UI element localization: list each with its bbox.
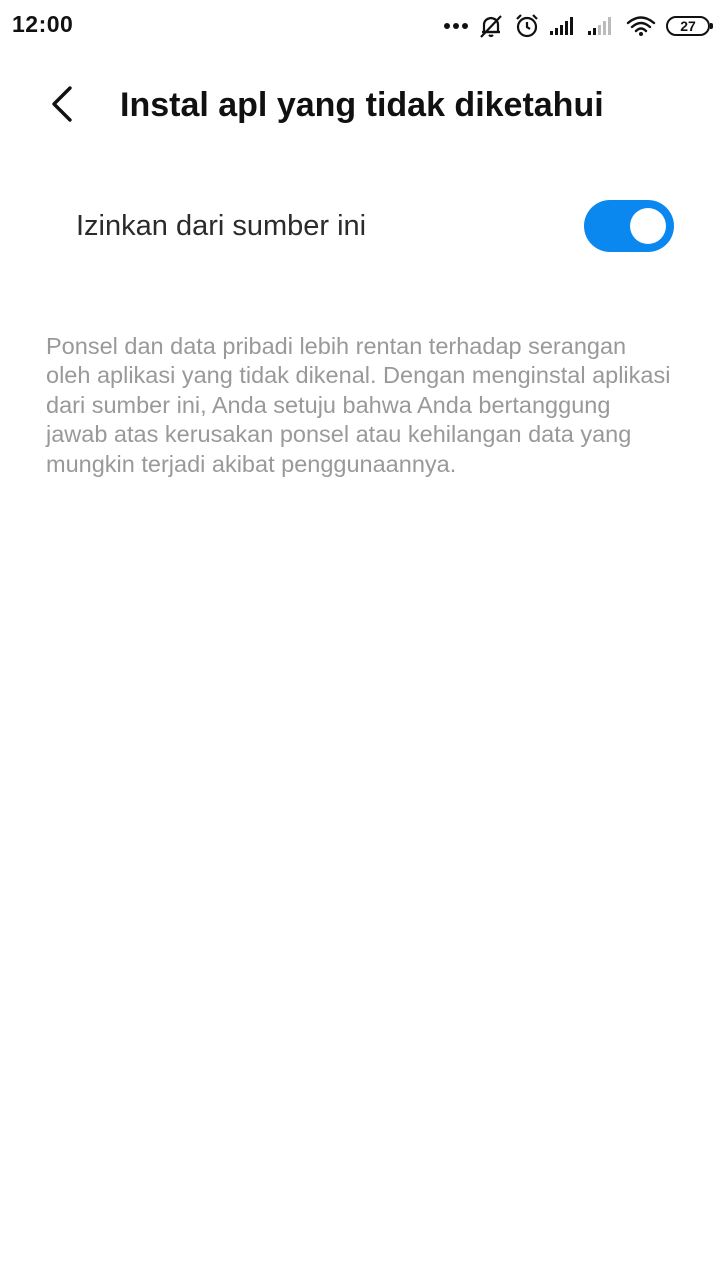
wifi-icon: [626, 15, 656, 37]
battery-tip: [710, 23, 713, 29]
page-title: Instal apl yang tidak diketahui: [120, 86, 604, 124]
setting-label: Izinkan dari sumber ini: [76, 210, 367, 242]
bell-off-icon: [478, 13, 504, 39]
dots-icon: [444, 22, 468, 30]
toggle-knob: [630, 208, 666, 244]
signal-weak-icon: [588, 15, 616, 37]
battery-icon: 27: [666, 16, 713, 36]
status-icons: 27: [434, 12, 713, 40]
signal-icon: [550, 15, 578, 37]
status-bar: 12:00 27: [0, 0, 720, 52]
status-time: 12:00: [12, 11, 74, 37]
battery-level: 27: [680, 18, 696, 34]
allow-source-toggle[interactable]: [584, 200, 674, 252]
chevron-left-icon: [48, 85, 76, 128]
back-button[interactable]: [36, 80, 88, 132]
setting-row-allow-source[interactable]: Izinkan dari sumber ini: [0, 180, 720, 276]
description-text: Ponsel dan data pribadi lebih rentan ter…: [46, 333, 671, 477]
header: Instal apl yang tidak diketahui: [0, 72, 720, 140]
alarm-icon: [514, 13, 540, 39]
